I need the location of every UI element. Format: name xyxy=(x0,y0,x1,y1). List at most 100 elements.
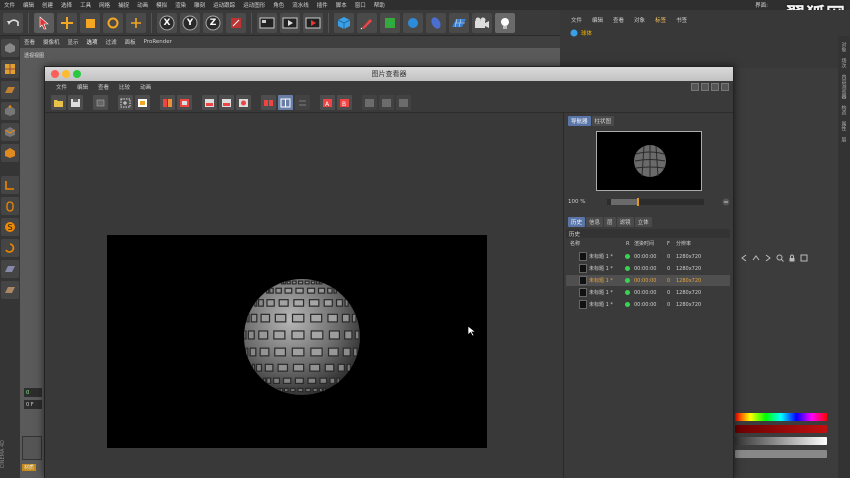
make-editable-icon[interactable] xyxy=(1,39,19,57)
dock-tab-structure[interactable]: 构造 xyxy=(841,105,848,115)
dock-tab-takes[interactable]: 场次 xyxy=(841,58,848,68)
menu-file[interactable]: 文件 xyxy=(0,1,19,9)
z-axis-icon[interactable]: Z xyxy=(203,12,223,33)
search-icon[interactable] xyxy=(776,254,784,262)
nav-up-icon[interactable] xyxy=(752,254,760,262)
frame-field-top[interactable]: 0 xyxy=(24,388,42,397)
y-axis-icon[interactable]: Y xyxy=(180,12,200,33)
polygons-mode-icon[interactable] xyxy=(1,144,19,162)
om-menu-edit[interactable]: 编辑 xyxy=(587,16,608,24)
nav-back-icon[interactable] xyxy=(740,254,748,262)
col-f[interactable]: F xyxy=(667,241,670,247)
color-value-strip[interactable] xyxy=(735,437,827,445)
history-row[interactable]: 未标题 1 * 00:00:00 0 1280x720 xyxy=(566,287,730,298)
material-thumbnail[interactable] xyxy=(22,436,42,460)
subdivision-icon[interactable] xyxy=(380,12,400,33)
history-row[interactable]: 未标题 1 * 00:00:00 0 1280x720 xyxy=(566,263,730,274)
dock-tab-content-browser[interactable]: 内容浏览器 xyxy=(841,74,848,99)
tab-layers[interactable]: 层 xyxy=(604,217,616,227)
menu-create[interactable]: 创建 xyxy=(38,1,57,9)
minimize-window-button[interactable] xyxy=(62,70,70,78)
frame-grid-icon[interactable] xyxy=(379,95,394,110)
swap-ab-icon[interactable] xyxy=(295,95,310,110)
history-row[interactable]: 未标题 1 * 00:00:00 0 1280x720 xyxy=(566,299,730,310)
workplane-grid-icon[interactable] xyxy=(1,260,19,278)
frame-next-icon[interactable] xyxy=(396,95,411,110)
pen-icon[interactable] xyxy=(357,12,377,33)
snap-icon[interactable]: S xyxy=(1,218,19,236)
render-canvas[interactable] xyxy=(45,113,563,478)
menu-character[interactable]: 角色 xyxy=(269,1,288,9)
render-region-icon[interactable] xyxy=(118,95,133,110)
color-hue-strip[interactable] xyxy=(735,413,827,421)
texture-mode-icon[interactable] xyxy=(1,60,19,78)
render-queue-icon[interactable] xyxy=(177,95,192,110)
workplane-icon[interactable] xyxy=(1,81,19,99)
menu-window[interactable]: 窗口 xyxy=(351,1,370,9)
om-menu-bookmarks[interactable]: 书签 xyxy=(671,16,692,24)
history-row[interactable]: 未标题 1 * 00:00:00 0 1280x720 xyxy=(566,251,730,262)
floor-icon[interactable] xyxy=(449,12,469,33)
lock-icon[interactable] xyxy=(788,254,796,262)
menu-help[interactable]: 帮助 xyxy=(370,1,389,9)
menu-animate[interactable]: 动画 xyxy=(133,1,152,9)
object-row-sphere[interactable]: 球体 xyxy=(570,29,592,37)
viewport-menu-cameras[interactable]: 摄像机 xyxy=(39,38,64,46)
panel-close-icon[interactable] xyxy=(721,83,729,91)
render-picture-icon[interactable] xyxy=(303,12,323,33)
panel-maximize-icon[interactable] xyxy=(701,83,709,91)
save-file-icon[interactable] xyxy=(68,95,83,110)
menu-script[interactable]: 脚本 xyxy=(332,1,351,9)
split-view-icon[interactable] xyxy=(278,95,293,110)
compare-swap-icon[interactable] xyxy=(236,95,251,110)
viewport-menu-prorender[interactable]: ProRender xyxy=(140,39,176,45)
white-balance-icon[interactable] xyxy=(135,95,150,110)
menu-render[interactable]: 渲染 xyxy=(171,1,190,9)
maximize-window-button[interactable] xyxy=(73,70,81,78)
viewport-menu-view[interactable]: 查看 xyxy=(20,38,39,46)
new-panel-icon[interactable] xyxy=(800,254,808,262)
menu-snap[interactable]: 捕捉 xyxy=(114,1,133,9)
move-icon[interactable] xyxy=(57,12,77,33)
compare-b-icon[interactable] xyxy=(219,95,234,110)
color-saturation-strip[interactable] xyxy=(735,425,827,433)
tab-stereo[interactable]: 立体 xyxy=(634,217,652,227)
close-window-button[interactable] xyxy=(51,70,59,78)
history-row[interactable]: 未标题 1 * 00:00:00 0 1280x720 xyxy=(566,275,730,286)
channel-a-icon[interactable]: A xyxy=(320,95,335,110)
deformer-icon[interactable] xyxy=(403,12,423,33)
tab-navigator[interactable]: 导航器 xyxy=(568,116,591,126)
tab-filter[interactable]: 滤镜 xyxy=(616,217,634,227)
col-r[interactable]: R xyxy=(626,241,629,247)
lock-workplane-icon[interactable] xyxy=(1,239,19,257)
camera-icon[interactable] xyxy=(472,12,492,33)
open-file-icon[interactable] xyxy=(51,95,66,110)
viewport-menu-panel[interactable]: 面板 xyxy=(121,38,140,46)
light-icon[interactable] xyxy=(495,12,515,33)
points-mode-icon[interactable] xyxy=(1,102,19,120)
om-menu-file[interactable]: 文件 xyxy=(566,16,587,24)
copy-icon[interactable] xyxy=(93,95,108,110)
stop-render-icon[interactable] xyxy=(160,95,175,110)
solo-icon[interactable] xyxy=(1,281,19,299)
col-name[interactable]: 名称 xyxy=(570,240,580,247)
pv-menu-edit[interactable]: 编辑 xyxy=(72,83,93,91)
menu-simulate[interactable]: 模拟 xyxy=(152,1,171,9)
x-axis-icon[interactable]: X xyxy=(157,12,177,33)
tab-histogram[interactable]: 柱状图 xyxy=(591,116,615,126)
axis-mode-icon[interactable] xyxy=(1,176,19,194)
menu-tools[interactable]: 工具 xyxy=(76,1,95,9)
frame-prev-icon[interactable] xyxy=(362,95,377,110)
panel-move-icon[interactable] xyxy=(711,83,719,91)
om-menu-tags[interactable]: 标签 xyxy=(650,16,671,24)
menu-edit[interactable]: 编辑 xyxy=(19,1,38,9)
zoom-menu-icon[interactable] xyxy=(722,198,730,206)
rotate-icon[interactable] xyxy=(103,12,123,33)
pv-menu-animation[interactable]: 动画 xyxy=(135,83,156,91)
coordinate-icon[interactable] xyxy=(226,12,246,33)
navigator-preview[interactable] xyxy=(596,131,702,191)
edges-mode-icon[interactable] xyxy=(1,123,19,141)
cube-icon[interactable] xyxy=(334,12,354,33)
color-brightness-strip[interactable] xyxy=(735,450,827,458)
tab-history[interactable]: 历史 xyxy=(568,217,586,227)
